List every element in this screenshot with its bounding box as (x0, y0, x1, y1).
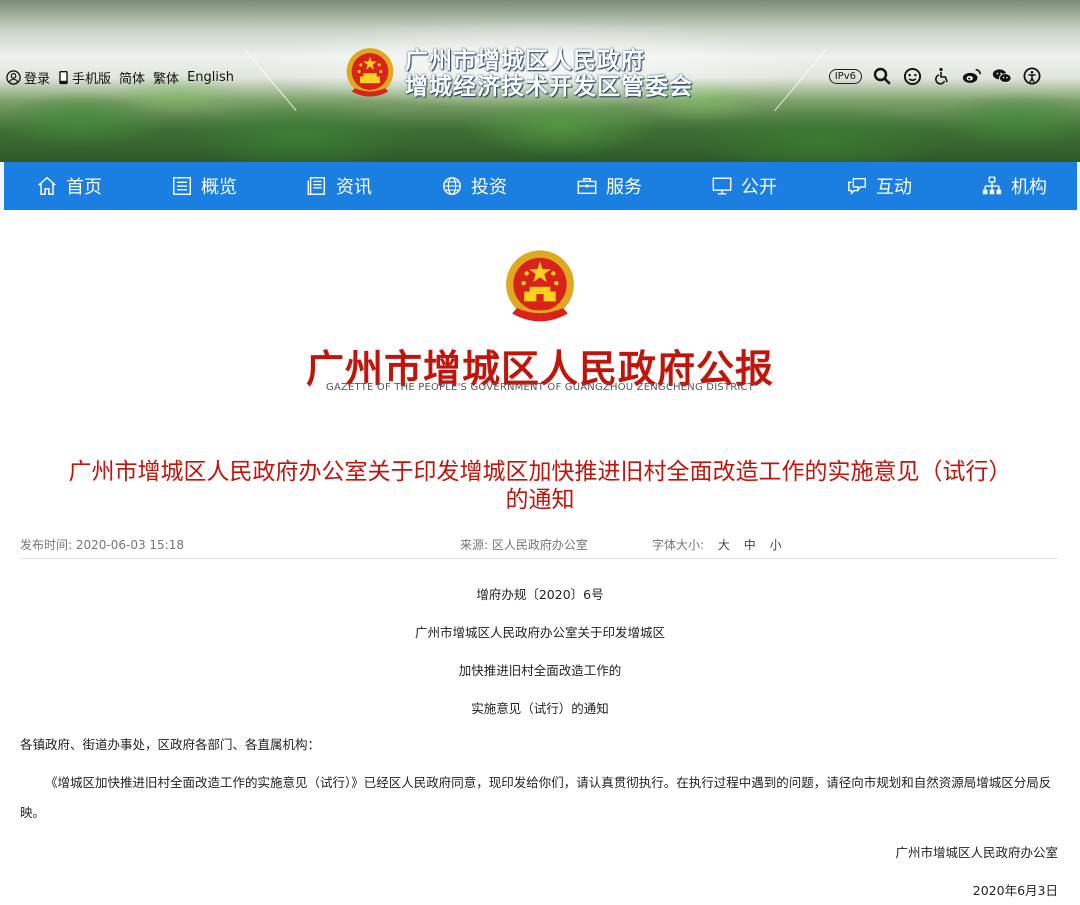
wechat-icon[interactable] (992, 66, 1012, 86)
mobile-label: 手机版 (72, 72, 112, 87)
news-icon (307, 177, 326, 195)
nav-label-home: 首页 (66, 177, 102, 198)
national-emblem-icon (506, 250, 574, 322)
doc-signature: 广州市增城区人民政府办公室 (895, 845, 1058, 860)
font-size-medium[interactable]: 中 (744, 538, 756, 552)
nav-label-invest: 投资 (471, 177, 507, 198)
nav-item-overview[interactable]: 概览 (171, 173, 237, 199)
org-chart-icon (982, 176, 1002, 195)
article-headline-line1: 广州市增城区人民政府办公室关于印发增城区加快推进旧村全面改造工作的实施意见（试行… (68, 459, 1012, 485)
article-headline-line2: 的通知 (505, 487, 575, 513)
nav-label-news: 资讯 (336, 177, 372, 198)
site-title[interactable]: 广州市增城区人民政府 增城经济技术开发区管委会 (345, 46, 693, 102)
nav-item-disclosure[interactable]: 公开 (711, 173, 777, 199)
publish-time: 发布时间: 2020-06-03 15:18 (20, 538, 184, 552)
nav-item-invest[interactable]: 投资 (441, 173, 507, 199)
user-icon (6, 70, 21, 85)
site-title-line2: 增城经济技术开发区管委会 (405, 74, 693, 100)
nav-label-overview: 概览 (201, 177, 237, 198)
elder-care-icon[interactable] (1022, 66, 1042, 86)
nav-label-disclosure: 公开 (741, 177, 777, 198)
font-size-control: 字体大小: 大 中 小 (652, 536, 782, 553)
login-label: 登录 (24, 72, 51, 87)
doc-title-line1: 广州市增城区人民政府办公室关于印发增城区 (414, 625, 665, 640)
doc-date: 2020年6月3日 (972, 883, 1058, 898)
briefcase-icon (577, 177, 597, 195)
national-emblem-icon (346, 48, 394, 97)
chat-icon (848, 177, 866, 195)
site-title-line1: 广州市增城区人民政府 (405, 48, 645, 74)
login-link[interactable]: 登录 (6, 68, 50, 87)
mobile-phone-icon (59, 70, 68, 85)
nav-item-news[interactable]: 资讯 (306, 173, 372, 199)
traditional-link[interactable]: 繁体 (153, 68, 179, 87)
font-size-small[interactable]: 小 (770, 538, 782, 552)
search-icon[interactable] (872, 66, 892, 86)
nav-label-institutions: 机构 (1011, 177, 1047, 198)
nav-item-interaction[interactable]: 互动 (846, 173, 912, 199)
article-headline: 广州市增城区人民政府办公室关于印发增城区加快推进旧村全面改造工作的实施意见（试行… (20, 458, 1060, 514)
font-size-label: 字体大小: (652, 538, 705, 552)
main-nav: 首页 概览 资讯 投资 服务 公开 互动 机构 (4, 162, 1077, 210)
doc-title-line3: 实施意见（试行）的通知 (471, 701, 609, 716)
article-meta: 发布时间: 2020-06-03 15:18 来源: 区人民政府办公室 字体大小… (20, 536, 1060, 556)
nav-label-interaction: 互动 (876, 177, 912, 198)
article-source: 来源: 区人民政府办公室 (460, 538, 588, 552)
nav-label-service: 服务 (606, 177, 642, 198)
monitor-icon (712, 177, 732, 195)
weibo-icon[interactable] (962, 66, 982, 86)
doc-salutation: 各镇政府、街道办事处，区政府各部门、各直属机构： (20, 737, 321, 752)
site-title-text: 广州市增城区人民政府 增城经济技术开发区管委会 (405, 48, 693, 100)
simplified-link[interactable]: 简体 (119, 68, 145, 87)
ipv6-badge: IPv6 (828, 68, 862, 84)
globe-icon (443, 177, 461, 195)
accessibility-face-icon[interactable] (902, 66, 922, 86)
meta-divider (20, 558, 1058, 559)
home-icon (38, 176, 56, 195)
wheelchair-icon[interactable] (932, 66, 952, 86)
doc-number: 增府办规〔2020〕6号 (476, 587, 604, 602)
english-link[interactable]: English (187, 70, 234, 85)
gazette-subtitle: GAZETTE OF THE PEOPLE'S GOVERNMENT OF GU… (326, 382, 754, 393)
nav-item-institutions[interactable]: 机构 (981, 173, 1047, 199)
nav-item-home[interactable]: 首页 (36, 173, 102, 199)
article-content: 广州市增城区人民政府公报 GAZETTE OF THE PEOPLE'S GOV… (0, 210, 1080, 905)
nav-item-service[interactable]: 服务 (576, 173, 642, 199)
doc-body-paragraph: 《增城区加快推进旧村全面改造工作的实施意见（试行）》已经区人民政府同意，现印发给… (20, 775, 1052, 820)
topbar-left: 登录 手机版 简体 繁体 English (6, 68, 234, 87)
font-size-large[interactable]: 大 (718, 538, 730, 552)
doc-title-line2: 加快推进旧村全面改造工作的 (458, 663, 622, 678)
topbar-right: IPv6 (828, 66, 1042, 86)
mobile-link[interactable]: 手机版 (58, 68, 111, 87)
header-banner: 登录 手机版 简体 繁体 English 广州市增城区人民政府 增城经济技术开发… (0, 0, 1080, 162)
list-icon (173, 177, 191, 195)
